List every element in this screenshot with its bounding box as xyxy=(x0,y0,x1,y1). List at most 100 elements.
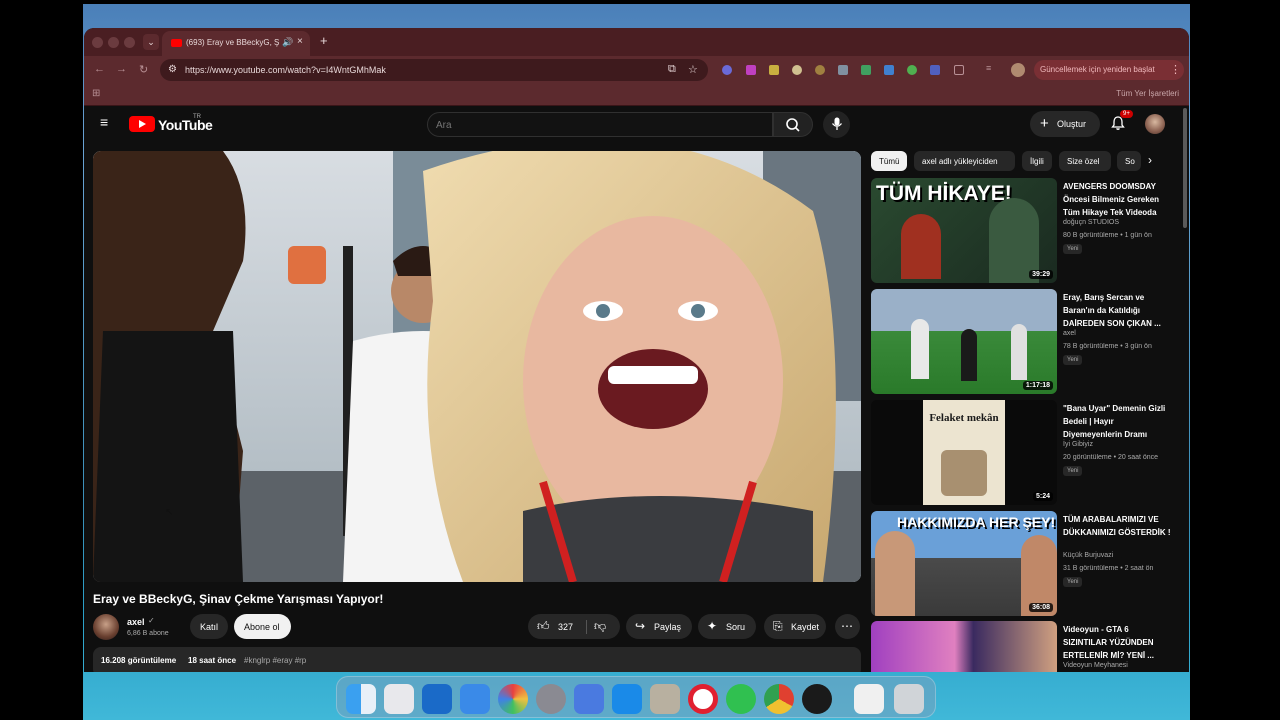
account-avatar[interactable] xyxy=(1145,114,1165,134)
recommendation-channel[interactable]: doğuçn STUDIOS xyxy=(1063,219,1119,226)
whatsapp-icon[interactable] xyxy=(726,684,756,714)
close-window-button[interactable] xyxy=(92,37,103,48)
channel-avatar[interactable] xyxy=(93,614,119,640)
new-badge: Yeni xyxy=(1063,244,1083,254)
video-thumbnail[interactable]: Felaket mekân 5:24 xyxy=(871,400,1057,505)
like-icon[interactable]: 👍︎ xyxy=(537,619,550,634)
forward-icon[interactable]: → xyxy=(116,63,127,75)
media-control-icon[interactable]: ≡ xyxy=(986,63,996,73)
obs-icon[interactable] xyxy=(802,684,832,714)
search-button[interactable] xyxy=(773,112,813,137)
menu-icon[interactable]: ≡ xyxy=(100,115,113,129)
youtube-favicon-icon xyxy=(171,39,182,47)
close-tab-icon[interactable]: × xyxy=(297,36,303,47)
address-bar[interactable]: ⚙ https://www.youtube.com/watch?v=I4WntG… xyxy=(160,59,708,81)
zoom-window-button[interactable] xyxy=(124,37,135,48)
chip-more[interactable]: So xyxy=(1117,151,1141,171)
browser-window: ⌄ (693) Eray ve BBeckyG, Ş 🔊 × + ← → ↻ ⚙… xyxy=(84,28,1189,672)
extension-icon-6[interactable] xyxy=(838,65,848,75)
tab-youtube[interactable]: (693) Eray ve BBeckyG, Ş 🔊 × xyxy=(162,31,310,56)
chip-from-uploader[interactable]: axel adlı yükleyiciden xyxy=(914,151,1015,171)
extensions-puzzle-icon[interactable] xyxy=(954,65,964,75)
trash-icon[interactable] xyxy=(894,684,924,714)
reload-icon[interactable]: ↻ xyxy=(139,63,148,76)
search-input[interactable] xyxy=(436,117,756,133)
chevron-right-icon[interactable]: › xyxy=(1148,153,1152,167)
extension-icon-4[interactable] xyxy=(792,65,802,75)
update-button[interactable]: Güncellemek için yeniden başlat ⋮ xyxy=(1034,60,1184,80)
extension-icon-10[interactable] xyxy=(930,65,940,75)
recommendation-channel[interactable]: Küçük Burjuvazi xyxy=(1063,552,1113,559)
profile-avatar[interactable] xyxy=(1011,63,1025,77)
app-store-icon[interactable] xyxy=(612,684,642,714)
like-count[interactable]: 327 xyxy=(558,622,573,632)
video-thumbnail[interactable]: TÜM HİKAYE! 39:29 xyxy=(871,178,1057,283)
opera-icon[interactable] xyxy=(688,684,718,714)
upload-time: 18 saat önce xyxy=(188,656,237,665)
back-icon[interactable]: ← xyxy=(94,63,105,75)
menu-dots-icon[interactable]: ⋮ xyxy=(1170,63,1181,76)
mail-icon[interactable] xyxy=(460,684,490,714)
create-button[interactable]: + Oluştur xyxy=(1030,111,1100,137)
apps-grid-icon[interactable]: ⊞ xyxy=(92,88,100,99)
extension-icon-2[interactable] xyxy=(746,65,756,75)
video-player[interactable]: ↖ xyxy=(93,151,861,582)
site-info-icon[interactable]: ⚙ xyxy=(168,64,177,75)
dislike-icon[interactable]: 👎︎ xyxy=(594,619,606,634)
all-bookmarks[interactable]: Tüm Yer İşaretleri xyxy=(1116,89,1179,98)
subscriber-count: 6,86 B abone xyxy=(127,630,169,637)
recommendation-item[interactable]: TÜM HİKAYE! 39:29 AVENGERS DOOMSDAY Önce… xyxy=(871,178,1171,283)
recommendation-channel[interactable]: axel xyxy=(1063,330,1076,337)
hashtags[interactable]: #knglrp #eray #rp xyxy=(244,656,306,665)
ask-button[interactable]: ✦ Soru xyxy=(698,614,756,639)
join-button[interactable]: Katıl xyxy=(190,614,228,639)
system-settings-icon[interactable] xyxy=(536,684,566,714)
recommendation-item[interactable]: Videoyun - GTA 6 SIZINTILAR YÜZÜNDEN ERT… xyxy=(871,621,1171,672)
recommendation-item[interactable]: 1:17:18 Eray, Barış Sercan ve Baran'ın d… xyxy=(871,289,1171,394)
channel-name[interactable]: axel xyxy=(127,617,145,627)
update-label: Güncellemek için yeniden başlat xyxy=(1040,65,1155,74)
extension-icon-1[interactable] xyxy=(722,65,732,75)
finder-icon[interactable] xyxy=(346,684,376,714)
share-label: Paylaş xyxy=(654,622,682,632)
video-thumbnail[interactable]: 1:17:18 xyxy=(871,289,1057,394)
new-tab-button[interactable]: + xyxy=(320,33,328,48)
extension-icon-3[interactable] xyxy=(769,65,779,75)
recommendation-item[interactable]: Felaket mekân 5:24 "Bana Uyar" Demenin G… xyxy=(871,400,1171,505)
save-button[interactable]: ⎘ Kaydet xyxy=(764,614,826,639)
iphone-mirroring-icon[interactable] xyxy=(574,684,604,714)
description-box[interactable]: 16.208 görüntüleme 18 saat önce #knglrp … xyxy=(93,647,861,672)
safari-icon[interactable] xyxy=(498,684,528,714)
chip-all[interactable]: Tümü xyxy=(871,151,907,171)
video-thumbnail[interactable]: HAKKIMIZDA HER ŞEY! 36:08 xyxy=(871,511,1057,616)
voice-search-button[interactable] xyxy=(823,111,850,138)
search-box[interactable] xyxy=(427,112,773,137)
scrollbar[interactable] xyxy=(1183,108,1187,228)
youtube-logo-text[interactable]: YouTube xyxy=(158,117,213,133)
install-app-icon[interactable]: ⧉ xyxy=(668,63,676,76)
extension-icon-8[interactable] xyxy=(884,65,894,75)
subscribe-button[interactable]: Abone ol xyxy=(234,614,291,639)
chip-related[interactable]: İlgili xyxy=(1022,151,1052,171)
extension-icon-5[interactable] xyxy=(815,65,825,75)
youtube-logo-icon[interactable] xyxy=(129,116,155,132)
recommendation-channel[interactable]: İyi Gibiyiz xyxy=(1063,441,1093,448)
more-actions-button[interactable]: ⋯ xyxy=(835,614,860,639)
tab-search-button[interactable]: ⌄ xyxy=(143,34,159,50)
recommendation-channel[interactable]: Videoyun Meyhanesi xyxy=(1063,662,1128,669)
extension-icon-7[interactable] xyxy=(861,65,871,75)
minimize-window-button[interactable] xyxy=(108,37,119,48)
chrome-icon[interactable] xyxy=(764,684,794,714)
contacts-icon[interactable] xyxy=(650,684,680,714)
recommendation-item[interactable]: HAKKIMIZDA HER ŞEY! 36:08 TÜM ARABALARIM… xyxy=(871,511,1171,616)
video-thumbnail[interactable] xyxy=(871,621,1057,672)
outlook-icon[interactable] xyxy=(422,684,452,714)
bookmark-star-icon[interactable]: ☆ xyxy=(688,63,698,76)
share-button[interactable]: ↪ Paylaş xyxy=(626,614,692,639)
speaker-icon[interactable]: 🔊 xyxy=(282,37,293,48)
recent-app-icon[interactable] xyxy=(854,684,884,714)
recommendation-title: Eray, Barış Sercan ve Baran'ın da Katıld… xyxy=(1063,293,1161,328)
extension-icon-9[interactable] xyxy=(907,65,917,75)
launchpad-icon[interactable] xyxy=(384,684,414,714)
chip-for-you[interactable]: Size özel xyxy=(1059,151,1111,171)
